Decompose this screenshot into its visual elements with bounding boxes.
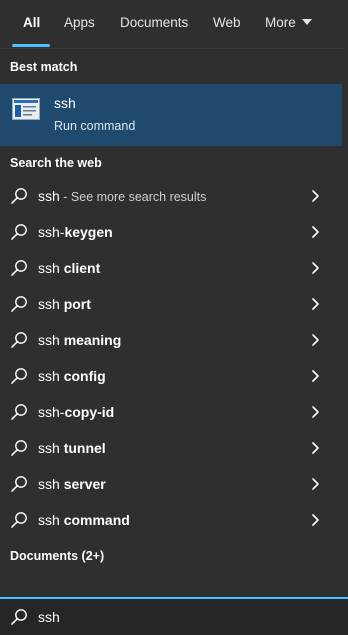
tab-more-label: More (265, 15, 296, 30)
web-result-text: ssh tunnel (38, 440, 106, 456)
best-match-header: Best match (10, 60, 78, 74)
search-icon (11, 296, 27, 312)
search-icon (11, 332, 27, 348)
best-match-subtitle: Run command (54, 119, 136, 133)
web-result-suggestion: tunnel (63, 440, 106, 456)
web-result-prefix: ssh (38, 332, 64, 348)
web-result-suggestion: port (63, 296, 91, 312)
web-result-prefix: ssh (38, 440, 64, 456)
tab-documents[interactable]: Documents (120, 15, 188, 30)
web-result-suggestion: server (63, 476, 106, 492)
web-result-suggestion: config (63, 368, 106, 384)
web-result-suggestion: meaning (63, 332, 122, 348)
search-icon (11, 368, 27, 384)
chevron-right-icon (312, 406, 319, 418)
search-icon (11, 188, 27, 204)
web-header: Search the web (10, 156, 102, 170)
web-result-prefix: ssh (38, 260, 64, 276)
search-icon (11, 404, 27, 420)
web-result-item[interactable]: ssh meaning (0, 323, 342, 357)
chevron-right-icon (312, 334, 319, 346)
chevron-right-icon (312, 190, 319, 202)
web-result-prefix: ssh- (38, 224, 65, 240)
web-result-text: ssh command (38, 512, 130, 528)
web-result-item[interactable]: ssh-copy-id (0, 395, 342, 429)
web-result-text: ssh server (38, 476, 106, 492)
web-result-text: ssh port (38, 296, 91, 312)
documents-header[interactable]: Documents (2+) (10, 549, 104, 563)
search-icon (11, 476, 27, 492)
search-input[interactable]: ssh (38, 609, 60, 625)
web-result-prefix: ssh (38, 476, 64, 492)
web-result-item[interactable]: ssh command (0, 503, 342, 537)
web-result-suggestion: client (63, 260, 101, 276)
chevron-right-icon (312, 442, 319, 454)
web-result-text: ssh client (38, 260, 100, 276)
active-tab-indicator (12, 44, 50, 47)
search-icon (11, 440, 27, 456)
chevron-right-icon (312, 298, 319, 310)
search-box[interactable]: ssh (0, 599, 348, 635)
web-result-item[interactable]: ssh config (0, 359, 342, 393)
chevron-right-icon (312, 262, 319, 274)
chevron-right-icon (312, 370, 319, 382)
search-icon (11, 512, 27, 528)
web-result-prefix: ssh- (38, 404, 65, 420)
filter-tabs: All Apps Documents Web More (0, 0, 348, 48)
chevron-right-icon (312, 478, 319, 490)
web-result-text: ssh meaning (38, 332, 121, 348)
web-result-item[interactable]: ssh - See more search results (0, 179, 342, 213)
web-result-suggestion: keygen (64, 224, 113, 240)
web-result-item[interactable]: ssh-keygen (0, 215, 342, 249)
web-result-item[interactable]: ssh server (0, 467, 342, 501)
chevron-right-icon (312, 226, 319, 238)
search-icon (11, 224, 27, 240)
web-result-item[interactable]: ssh tunnel (0, 431, 342, 465)
web-result-text: ssh-keygen (38, 224, 113, 240)
web-result-text: ssh-copy-id (38, 404, 114, 420)
search-icon (11, 260, 27, 276)
web-result-prefix: ssh (38, 368, 64, 384)
caret-down-icon (301, 19, 312, 25)
search-panel: All Apps Documents Web More Best match s… (0, 0, 348, 635)
tabs-divider (0, 48, 348, 49)
run-command-icon (12, 98, 40, 120)
web-result-prefix: ssh (38, 296, 64, 312)
tab-web[interactable]: Web (213, 15, 241, 30)
tab-more[interactable]: More (265, 15, 312, 30)
chevron-right-icon (312, 514, 319, 526)
search-icon (11, 609, 27, 625)
web-result-prefix: ssh (38, 188, 60, 204)
web-result-text: ssh config (38, 368, 106, 384)
scrollbar[interactable] (343, 48, 348, 596)
web-result-suggestion: copy-id (64, 404, 115, 420)
tab-all[interactable]: All (23, 15, 40, 30)
web-result-item[interactable]: ssh client (0, 251, 342, 285)
web-result-suggestion: command (63, 512, 130, 528)
web-result-text: ssh - See more search results (38, 188, 206, 204)
tab-apps[interactable]: Apps (64, 15, 95, 30)
web-result-hint: - See more search results (59, 190, 207, 204)
best-match-item[interactable]: ssh Run command (0, 84, 342, 146)
web-result-prefix: ssh (38, 512, 64, 528)
web-result-item[interactable]: ssh port (0, 287, 342, 321)
best-match-title: ssh (54, 95, 76, 111)
